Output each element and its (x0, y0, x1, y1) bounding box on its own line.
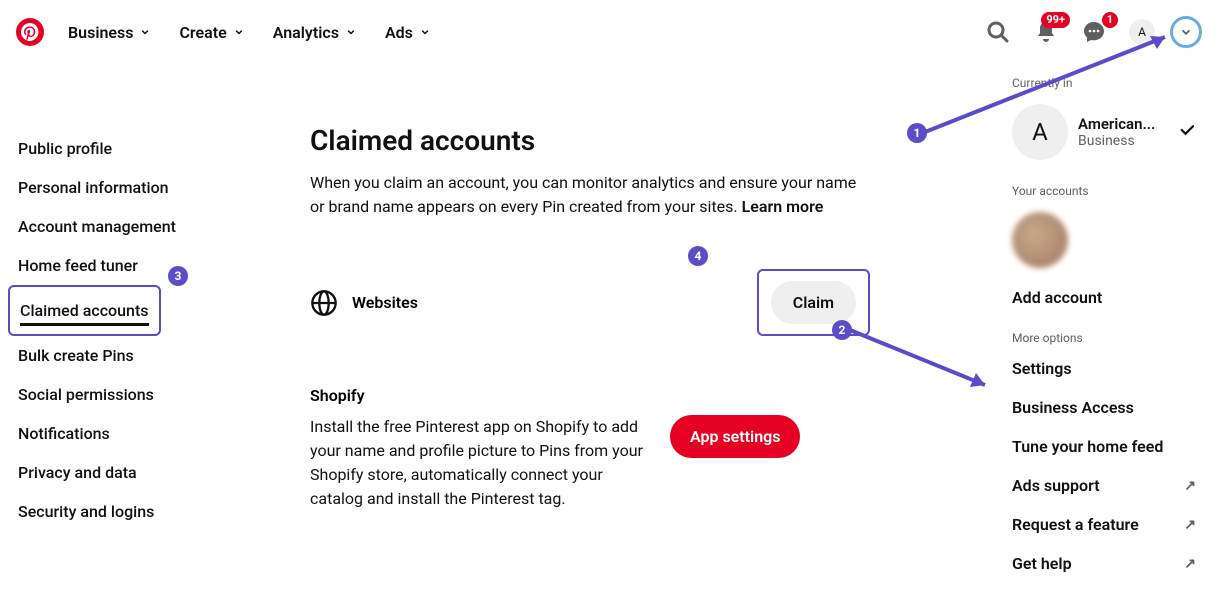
shopify-title: Shopify (310, 386, 870, 405)
sidebar-security[interactable]: Security and logins (18, 492, 154, 531)
annotation-3: 3 (168, 266, 188, 286)
dd-your-accounts: Your accounts (994, 170, 1214, 202)
nav-ads[interactable]: Ads (371, 13, 445, 52)
dd-business-access[interactable]: Business Access (994, 388, 1214, 427)
external-icon: ↗ (1184, 556, 1196, 572)
sidebar-public-profile[interactable]: Public profile (18, 129, 112, 168)
dd-add-account[interactable]: Add account (994, 278, 1214, 317)
sidebar-privacy[interactable]: Privacy and data (18, 453, 137, 492)
sidebar-personal-info[interactable]: Personal information (18, 168, 169, 207)
nav-analytics[interactable]: Analytics (259, 13, 371, 52)
dd-other-account[interactable] (1012, 212, 1068, 268)
sidebar-home-feed[interactable]: Home feed tuner (18, 246, 138, 285)
dd-tune-feed[interactable]: Tune your home feed (994, 427, 1214, 466)
arrow-1 (920, 22, 1190, 142)
pinterest-logo[interactable] (16, 18, 44, 46)
sidebar-social-perms[interactable]: Social permissions (18, 375, 154, 414)
annotation-2: 2 (832, 320, 852, 340)
dd-more-options: More options (994, 317, 1214, 349)
globe-icon (310, 289, 338, 317)
arrow-2 (845, 320, 1005, 400)
dd-request-feature[interactable]: Request a feature↗ (994, 505, 1214, 544)
nav-business[interactable]: Business (54, 13, 165, 52)
claim-button[interactable]: Claim (771, 281, 856, 324)
external-icon: ↗ (1184, 517, 1196, 533)
settings-sidebar: Public profile Personal information Acco… (0, 64, 270, 531)
annotation-4: 4 (688, 246, 708, 266)
websites-label: Websites (352, 293, 757, 312)
dd-ads-support[interactable]: Ads support↗ (994, 466, 1214, 505)
sidebar-notifications[interactable]: Notifications (18, 414, 110, 453)
sidebar-claimed-accounts[interactable]: Claimed accounts (20, 291, 149, 330)
page-title: Claimed accounts (310, 124, 870, 157)
dd-get-help[interactable]: Get help↗ (994, 544, 1214, 583)
page-desc: When you claim an account, you can monit… (310, 171, 870, 219)
learn-more-link[interactable]: Learn more (742, 197, 824, 216)
sidebar-bulk-pins[interactable]: Bulk create Pins (18, 336, 134, 375)
annotation-1: 1 (907, 123, 927, 143)
nav-create[interactable]: Create (165, 13, 258, 52)
dd-settings[interactable]: Settings (994, 349, 1214, 388)
shopify-desc: Install the free Pinterest app on Shopif… (310, 415, 650, 511)
app-settings-button[interactable]: App settings (670, 415, 800, 458)
sidebar-account-mgmt[interactable]: Account management (18, 207, 176, 246)
external-icon: ↗ (1184, 478, 1196, 494)
